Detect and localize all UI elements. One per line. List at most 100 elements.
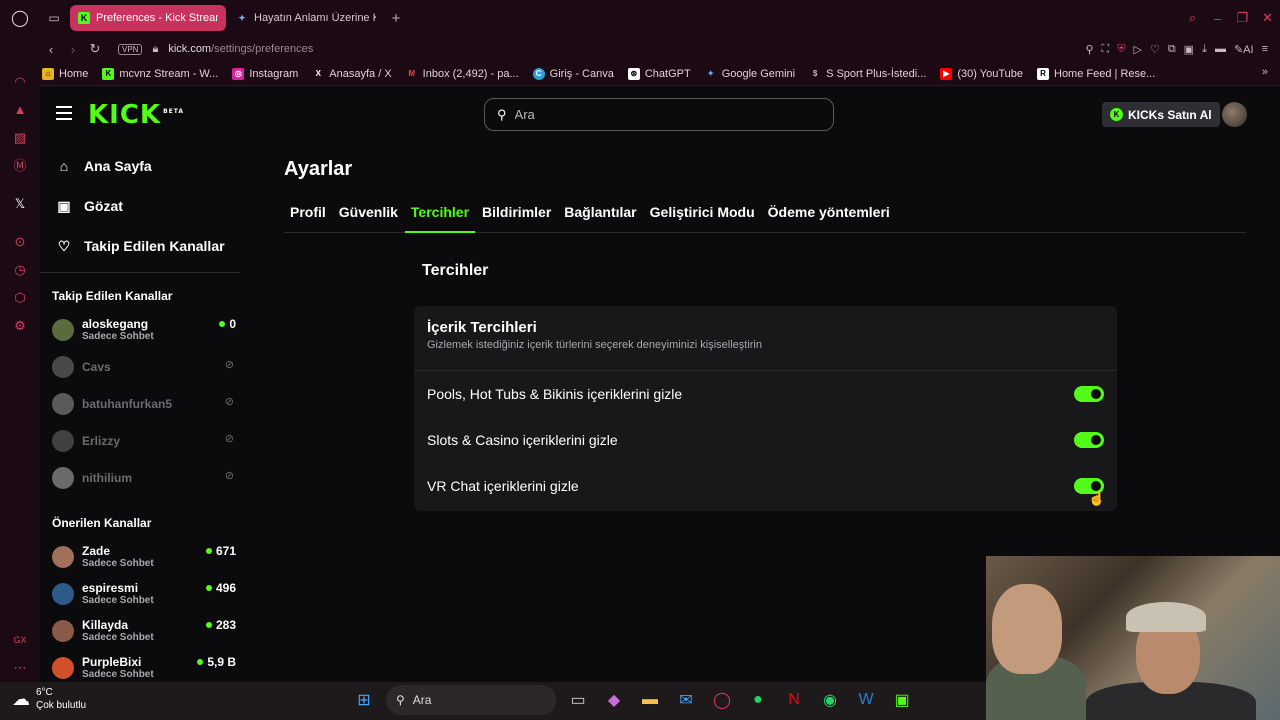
buy-kicks-button[interactable]: K KICKs Satın Al [1102,102,1220,127]
x-sidebar-icon[interactable]: 𝕏 [15,190,25,218]
gx-icon[interactable]: GX [13,626,26,654]
more-icon[interactable]: ⋯ [13,654,26,682]
forward-icon[interactable]: › [62,42,84,57]
bookmark-home[interactable]: ⌂ Home [42,67,88,80]
file-explorer-icon[interactable]: ▬ [636,685,664,715]
tab-profile[interactable]: Profil [284,196,332,233]
task-view-icon[interactable]: ▭ [564,685,592,715]
new-tab-button[interactable]: + [384,10,408,27]
opera-logo-icon[interactable]: ◯ [0,0,40,36]
heart-icon[interactable]: ♡ [1150,43,1160,56]
pin-icon[interactable]: ⚲ [1085,43,1093,56]
channel-aloskegang[interactable]: aloskegang Sadece Sohbet 0 [40,311,240,348]
settings-icon[interactable]: ⚙ [14,312,26,340]
bookmark-mcvnz[interactable]: Kmcvnz Stream - W... [102,67,218,80]
browser-tab-preferences[interactable]: K Preferences - Kick Stream [70,5,226,31]
speed-dial-icon[interactable]: ◠ [14,68,25,96]
play-icon[interactable]: ▷ [1133,43,1141,56]
nav-following[interactable]: ♡ Takip Edilen Kanallar [40,226,240,266]
tab-notifications[interactable]: Bildirimler [476,196,557,233]
restore-icon[interactable]: ❐ [1230,10,1255,26]
slots-toggle[interactable] [1074,432,1104,448]
avatar [52,392,74,415]
battery-icon[interactable]: ▬ [1215,43,1226,55]
netflix-icon[interactable]: N [780,685,808,715]
windows-start-icon[interactable]: ⊞ [350,685,378,715]
mail-icon[interactable]: ✉ [672,685,700,715]
aria-ai-button[interactable]: ✎AI [1234,43,1254,56]
tab-security[interactable]: Güvenlik [333,196,404,233]
bookmark-ssport[interactable]: $ S Sport Plus-İstedi... [809,68,927,80]
tab-connections[interactable]: Bağlantılar [558,196,642,233]
tab-payment-methods[interactable]: Ödeme yöntemleri [762,196,896,233]
avatar [52,656,74,679]
reload-icon[interactable]: ↻ [84,41,106,57]
bookmark-chatgpt[interactable]: ⊛ ChatGPT [627,67,691,80]
profile-icon[interactable]: ▣ [1184,43,1194,56]
bookmark-gmail[interactable]: M Inbox (2,492) - pa... [406,67,519,80]
kick-logo[interactable]: KICK BETA [88,100,184,130]
tab-developer-mode[interactable]: Geliştirici Modu [644,196,761,233]
tab-preferences[interactable]: Tercihler [404,196,476,233]
download-icon[interactable]: ⤓ [1202,43,1207,56]
avatar [52,429,74,452]
lock-icon[interactable]: 🔒︎ [152,43,158,56]
search-input[interactable] [514,107,815,122]
shield-icon[interactable]: ⛨ [1117,43,1125,56]
nav-home[interactable]: ⌂ Ana Sayfa [40,146,240,186]
messenger-icon[interactable]: Ⓜ [13,152,26,180]
kick-app-icon[interactable]: ▣ [888,685,916,715]
channel-nithilium[interactable]: nithilium ⊘ [40,459,240,496]
bookmark-label: Inbox (2,492) - pa... [422,67,519,80]
bookmark-instagram[interactable]: ◎ Instagram [232,67,298,80]
player-icon[interactable]: ⊙ [15,228,26,256]
history-icon[interactable]: ◷ [14,256,25,284]
close-icon[interactable]: ✕ [1255,10,1280,26]
opera-gx-icon[interactable]: ◯ [708,685,736,715]
more-bookmarks-icon[interactable]: » [1262,66,1268,78]
taskbar-apps: ⊞ ⚲ Ara ▭ ◆ ▬ ✉ ◯ ● N ◉ W ▣ [350,685,916,715]
weather-widget[interactable]: ☁ 6°C Çok bulutlu [12,686,86,712]
channel-cavs[interactable]: Cavs ⊘ [40,348,240,385]
channel-erlizzy[interactable]: Erlizzy ⊘ [40,422,240,459]
channel-espiresmi[interactable]: espiresmi Sadece Sohbet 496 [40,575,240,612]
home-icon: ⌂ [59,158,69,174]
snapshot-icon[interactable]: ⛶ [1102,43,1110,56]
copilot-icon[interactable]: ◆ [600,685,628,715]
search-tabs-icon[interactable]: ⌕ [1180,10,1205,26]
pools-toggle[interactable] [1074,386,1104,402]
whatsapp-icon[interactable]: ◉ [816,685,844,715]
taskbar-search-label: Ara [412,693,432,707]
channel-killayda[interactable]: Killayda Sadece Sohbet 283 [40,612,240,649]
channel-zade[interactable]: Zade Sadece Sohbet 671 [40,538,240,575]
menu-icon[interactable]: ≡ [1262,43,1268,55]
taskbar-search[interactable]: ⚲ Ara [386,685,556,715]
followed-channels-title: Takip Edilen Kanallar [52,289,173,303]
bookmark-canva[interactable]: C Giriş - Canva [532,67,614,80]
bookmark-researchgate[interactable]: R Home Feed | Rese... [1037,67,1155,80]
channel-batuhanfurkan5[interactable]: batuhanfurkan5 ⊘ [40,385,240,422]
extensions-sidebar-icon[interactable]: ⬡ [14,284,25,312]
url-field[interactable]: kick.com/settings/preferences [168,43,313,55]
spotify-icon[interactable]: ● [744,685,772,715]
channel-purplebixi[interactable]: PurpleBixi Sadece Sohbet 5,9 B [40,649,240,686]
vpn-badge[interactable]: VPN [118,43,143,55]
back-icon[interactable]: ‹ [40,42,62,57]
bookmark-youtube[interactable]: ▶ (30) YouTube [940,67,1023,80]
bookmark-gemini[interactable]: ✦ Google Gemini [705,68,795,80]
minimize-icon[interactable]: – [1205,11,1230,26]
browser-tab-hayatin-anlami[interactable]: ✦ Hayatın Anlamı Üzerine Ko [228,5,384,31]
search-bar[interactable]: ⚲ [484,98,834,131]
gemini-favicon-icon: ✦ [238,12,246,23]
word-icon[interactable]: W [852,685,880,715]
tab-manager-icon[interactable]: ▭ [40,0,68,36]
extensions-icon[interactable]: ⧉ [1168,43,1176,56]
bookmark-label: (30) YouTube [957,67,1023,80]
nav-browse[interactable]: ▣ Gözat [40,186,240,226]
bookmark-x[interactable]: X Anasayfa / X [312,68,392,80]
channel-name: Cavs [82,359,111,374]
wallet-icon[interactable]: ▨ [14,124,26,152]
user-avatar[interactable] [1222,102,1247,127]
aria-icon[interactable]: ▲ [14,96,27,124]
hamburger-menu-icon[interactable] [56,106,72,120]
